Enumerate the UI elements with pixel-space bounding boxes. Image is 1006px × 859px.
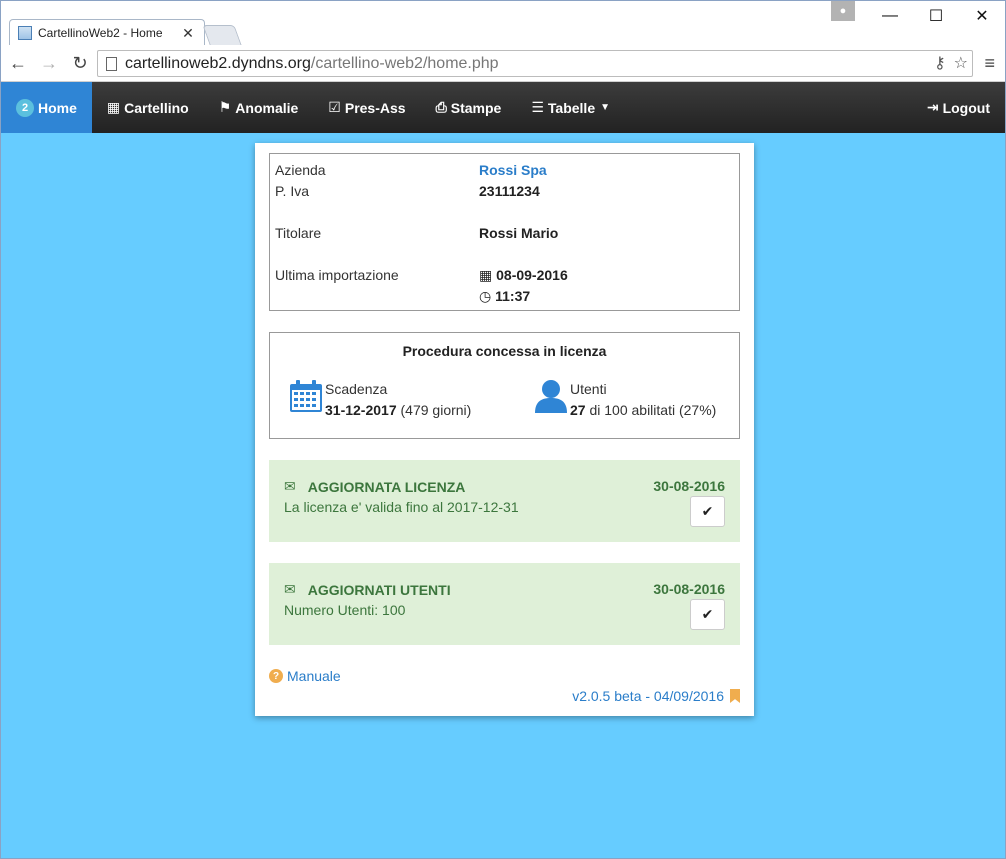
nav-cartellino[interactable]: ▦ Cartellino — [92, 82, 204, 133]
title-bar: CartellinoWeb2 - Home ✕ ● — ☐ ✕ — [1, 1, 1005, 46]
titolare-value: Rossi Mario — [479, 225, 559, 241]
chevron-down-icon: ▼ — [600, 102, 611, 113]
manual-label: Manuale — [287, 668, 341, 684]
acknowledge-button[interactable]: ✔ — [690, 599, 725, 630]
check-icon: ✔ — [701, 503, 714, 519]
calendar-icon: ▦ — [479, 267, 493, 283]
print-icon: ⎙ — [435, 99, 447, 115]
license-box: Procedura concessa in licenza Scadenza 3 — [269, 332, 740, 439]
bookmark-star-icon[interactable]: ☆ — [954, 53, 968, 73]
key-icon[interactable]: ⚷ — [934, 53, 946, 73]
address-bar: ← → ↻ cartellinoweb2.dyndns.org /cartell… — [1, 45, 1005, 82]
import-time: ◷ 11:37 — [479, 288, 530, 305]
nav-stampe-label: Stampe — [450, 99, 502, 116]
notice-licenza: ✉ AGGIORNATA LICENZA 30-08-2016 La licen… — [269, 460, 740, 542]
nav-stampe[interactable]: ⎙ Stampe — [421, 82, 517, 133]
url-path: /cartellino-web2/home.php — [310, 54, 499, 72]
browser-menu-icon[interactable]: ≡ — [984, 53, 995, 74]
notice-title: AGGIORNATA LICENZA — [307, 478, 466, 495]
browser-tab[interactable]: CartellinoWeb2 - Home ✕ — [9, 19, 205, 46]
forward-icon[interactable]: → — [35, 49, 63, 77]
page-icon — [106, 56, 117, 71]
version-link[interactable]: v2.0.5 beta - 04/09/2016 — [572, 688, 740, 704]
maximize-button[interactable]: ☐ — [913, 1, 959, 31]
clock-icon: ◷ — [479, 288, 492, 304]
piva-value: 23111234 — [479, 183, 540, 199]
bookmark-icon — [730, 689, 740, 703]
company-info-box: Azienda Rossi Spa P. Iva 23111234 Titola… — [269, 153, 740, 311]
favicon-icon — [18, 26, 32, 40]
browser-window: CartellinoWeb2 - Home ✕ ● — ☐ ✕ ← → ↻ ca… — [0, 0, 1006, 859]
import-date-value: 08-09-2016 — [496, 267, 568, 283]
notice-date: 30-08-2016 — [653, 478, 725, 494]
flag-icon: ⚑ — [218, 99, 232, 115]
notice-date: 30-08-2016 — [653, 581, 725, 597]
notice-utenti: ✉ AGGIORNATI UTENTI 30-08-2016 Numero Ut… — [269, 563, 740, 645]
logout-icon: ⇥ — [926, 99, 939, 115]
azienda-value[interactable]: Rossi Spa — [479, 162, 547, 178]
titolare-label: Titolare — [275, 225, 322, 241]
window-controls: ● — ☐ ✕ — [831, 1, 1005, 31]
nav-logout-label: Logout — [942, 99, 990, 116]
nav-home-label: Home — [38, 99, 77, 116]
checkbox-icon: ☑ — [328, 99, 341, 115]
back-icon[interactable]: ← — [4, 49, 32, 77]
nav-anomalie-label: Anomalie — [235, 99, 299, 116]
import-time-value: 11:37 — [495, 288, 531, 304]
manual-link[interactable]: ? Manuale — [269, 668, 341, 684]
scadenza-value: 31-12-2017 (479 giorni) — [325, 402, 472, 418]
license-title: Procedura concessa in licenza — [402, 343, 607, 359]
url-host: cartellinoweb2.dyndns.org — [125, 54, 311, 72]
import-label: Ultima importazione — [275, 267, 399, 283]
utenti-label: Utenti — [570, 381, 607, 397]
url-input[interactable]: cartellinoweb2.dyndns.org /cartellino-we… — [97, 50, 973, 77]
envelope-icon: ✉ — [284, 581, 296, 597]
nav-tabelle-label: Tabelle — [547, 99, 596, 116]
piva-label: P. Iva — [275, 183, 309, 199]
close-tab-icon[interactable]: ✕ — [180, 25, 196, 42]
home-card: Azienda Rossi Spa P. Iva 23111234 Titola… — [255, 143, 754, 716]
notice-text: Numero Utenti: 100 — [284, 602, 406, 618]
question-icon: ? — [269, 669, 283, 683]
version-label: v2.0.5 beta - 04/09/2016 — [572, 688, 724, 704]
close-window-button[interactable]: ✕ — [959, 1, 1005, 31]
utenti-value: 27 di 100 abilitati (27%) — [570, 402, 717, 418]
import-date: ▦ 08-09-2016 — [479, 267, 568, 284]
check-icon: ✔ — [701, 606, 714, 622]
scadenza-label: Scadenza — [325, 381, 388, 397]
scadenza-block: Scadenza 31-12-2017 (479 giorni) — [289, 379, 471, 421]
home-badge: 2 — [16, 98, 34, 117]
calendar-icon: ▦ — [106, 99, 121, 115]
nav-tabelle[interactable]: ☰ Tabelle ▼ — [516, 82, 625, 133]
app-navbar: 2 Home ▦ Cartellino ⚑ Anomalie ☑ Pres-As… — [1, 82, 1005, 133]
notice-text: La licenza e' valida fino al 2017-12-31 — [284, 499, 519, 515]
reload-icon[interactable]: ↻ — [66, 49, 94, 77]
list-icon: ☰ — [531, 99, 544, 115]
envelope-icon: ✉ — [284, 478, 296, 494]
profile-icon[interactable]: ● — [831, 1, 855, 21]
utenti-block: Utenti 27 di 100 abilitati (27%) — [534, 379, 716, 421]
tab-title: CartellinoWeb2 - Home — [38, 26, 163, 40]
acknowledge-button[interactable]: ✔ — [690, 496, 725, 527]
nav-presass-label: Pres-Ass — [344, 99, 406, 116]
calendar-large-icon — [290, 380, 322, 412]
nav-home[interactable]: 2 Home — [1, 82, 92, 133]
azienda-label: Azienda — [275, 162, 326, 178]
nav-anomalie[interactable]: ⚑ Anomalie — [204, 82, 314, 133]
nav-logout[interactable]: ⇥ Logout — [912, 82, 1005, 133]
new-tab-button[interactable] — [202, 25, 242, 45]
nav-cartellino-label: Cartellino — [124, 99, 189, 116]
notice-title: AGGIORNATI UTENTI — [307, 581, 451, 598]
nav-presass[interactable]: ☑ Pres-Ass — [313, 82, 420, 133]
minimize-button[interactable]: — — [867, 1, 913, 31]
user-icon — [535, 380, 567, 413]
